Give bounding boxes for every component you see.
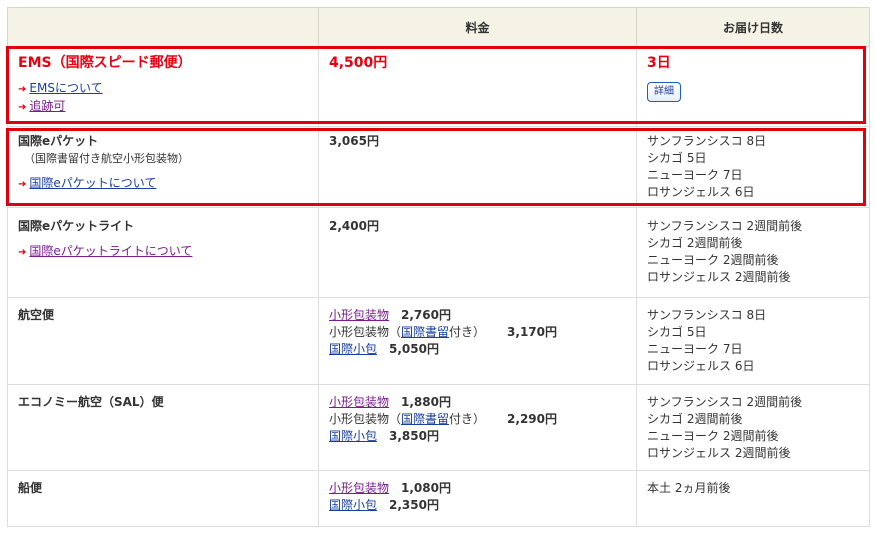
table-row-epacket: 国際eパケット （国際書留付き航空小形包装物） ➜ 国際eパケットについて 3,0… — [7, 126, 870, 208]
parcel-link[interactable]: 国際小包 — [329, 342, 377, 356]
days-line: シカゴ 5日 — [647, 151, 707, 165]
days-line: ロサンジェルス 2週間前後 — [647, 270, 791, 284]
price-amount: 2,350円 — [389, 498, 439, 512]
price-label: 小形包装物（ — [329, 325, 402, 339]
epacket-name: 国際eパケット — [18, 134, 99, 148]
price-label: 付き） — [449, 325, 486, 339]
ems-price-cell: 4,500円 — [318, 46, 637, 127]
epacket-about-link-row: ➜ 国際eパケットについて — [18, 175, 308, 193]
arrow-right-icon: ➜ — [18, 102, 27, 113]
parcel-link[interactable]: 国際小包 — [329, 429, 377, 443]
air-days-cell: サンフランシスコ 8日 シカゴ 5日 ニューヨーク 7日 ロサンジェルス 6日 — [636, 297, 870, 385]
small-packet-link[interactable]: 小形包装物 — [329, 395, 389, 409]
epacket-subtitle: （国際書留付き航空小形包装物） — [24, 152, 189, 165]
price-line: 小形包装物（国際書留付き） 2,290円 — [329, 411, 626, 428]
price-amount: 1,080円 — [401, 481, 451, 495]
registered-mail-link[interactable]: 国際書留 — [401, 412, 449, 426]
days-line: ニューヨーク 2週間前後 — [647, 429, 779, 443]
days-line: サンフランシスコ 2週間前後 — [647, 219, 803, 233]
ems-price: 4,500円 — [329, 55, 388, 71]
epacket-about-link[interactable]: 国際eパケットについて — [29, 176, 156, 190]
epacket-lite-about-link[interactable]: 国際eパケットライトについて — [29, 244, 192, 258]
epacket-lite-method-cell: 国際eパケットライト ➜ 国際eパケットライトについて — [7, 207, 319, 298]
price-amount: 3,850円 — [389, 429, 439, 443]
days-line: シカゴ 5日 — [647, 325, 707, 339]
days-line: サンフランシスコ 8日 — [647, 308, 767, 322]
shipping-table-wrap: 料金 お届け日数 EMS（国際スピード郵便） ➜ EMSについて ➜ 追跡可 4,5… — [7, 7, 870, 527]
small-packet-link[interactable]: 小形包装物 — [329, 308, 389, 322]
ems-detail-button[interactable]: 詳細 — [647, 82, 681, 102]
price-line: 国際小包 3,850円 — [329, 428, 626, 445]
days-line: サンフランシスコ 2週間前後 — [647, 395, 803, 409]
days-line: ロサンジェルス 6日 — [647, 359, 755, 373]
table-row-air: 航空便 小形包装物 2,760円 小形包装物（国際書留付き） 3,170円 国際小包… — [7, 297, 870, 385]
price-line: 小形包装物 1,880円 — [329, 394, 626, 411]
header-price: 料金 — [318, 7, 637, 47]
epacket-lite-name: 国際eパケットライト — [18, 219, 135, 233]
registered-mail-link[interactable]: 国際書留 — [401, 325, 449, 339]
days-line: シカゴ 2週間前後 — [647, 412, 743, 426]
ship-days-cell: 本土 2ヵ月前後 — [636, 470, 870, 527]
ems-tracking-link[interactable]: 追跡可 — [29, 99, 65, 113]
epacket-lite-price-cell: 2,400円 — [318, 207, 637, 298]
table-row-sal: エコノミー航空（SAL）便 小形包装物 1,880円 小形包装物（国際書留付き） 2… — [7, 384, 870, 471]
air-name: 航空便 — [18, 308, 55, 322]
days-line: 本土 2ヵ月前後 — [647, 481, 731, 495]
arrow-right-icon: ➜ — [18, 247, 27, 258]
sal-price-cell: 小形包装物 1,880円 小形包装物（国際書留付き） 2,290円 国際小包 3,85… — [318, 384, 637, 471]
price-amount: 5,050円 — [389, 342, 439, 356]
price-line: 小形包装物（国際書留付き） 3,170円 — [329, 324, 626, 341]
epacket-days-cell: サンフランシスコ 8日 シカゴ 5日 ニューヨーク 7日 ロサンジェルス 6日 — [636, 126, 870, 208]
table-row-epacket-lite: 国際eパケットライト ➜ 国際eパケットライトについて 2,400円 サンフランシ… — [7, 207, 870, 298]
days-line: シカゴ 2週間前後 — [647, 236, 743, 250]
table-header-row: 料金 お届け日数 — [7, 7, 870, 47]
sal-name: エコノミー航空（SAL）便 — [18, 395, 164, 409]
price-label: 小形包装物（ — [329, 412, 402, 426]
parcel-link[interactable]: 国際小包 — [329, 498, 377, 512]
arrow-right-icon: ➜ — [18, 179, 27, 190]
ship-name: 船便 — [18, 481, 43, 495]
days-line: ニューヨーク 2週間前後 — [647, 253, 779, 267]
ems-method-cell: EMS（国際スピード郵便） ➜ EMSについて ➜ 追跡可 — [7, 46, 319, 127]
days-line: ロサンジェルス 2週間前後 — [647, 446, 791, 460]
price-amount: 2,290円 — [507, 412, 558, 426]
small-packet-link[interactable]: 小形包装物 — [329, 481, 389, 495]
header-method — [7, 7, 319, 47]
epacket-price: 3,065円 — [329, 134, 379, 148]
price-line: 国際小包 2,350円 — [329, 497, 626, 514]
sal-method-cell: エコノミー航空（SAL）便 — [7, 384, 319, 471]
days-line: ニューヨーク 7日 — [647, 168, 743, 182]
price-line: 小形包装物 2,760円 — [329, 307, 626, 324]
epacket-lite-about-link-row: ➜ 国際eパケットライトについて — [18, 243, 308, 261]
table-row-ems: EMS（国際スピード郵便） ➜ EMSについて ➜ 追跡可 4,500円 3日 詳細 — [7, 46, 870, 127]
air-method-cell: 航空便 — [7, 297, 319, 385]
price-label: 付き） — [449, 412, 486, 426]
table-row-ship: 船便 小形包装物 1,080円 国際小包 2,350円 本土 2ヵ月前後 — [7, 470, 870, 527]
price-amount: 2,760円 — [401, 308, 451, 322]
ship-price-cell: 小形包装物 1,080円 国際小包 2,350円 — [318, 470, 637, 527]
price-amount: 3,170円 — [507, 325, 558, 339]
price-amount: 1,880円 — [401, 395, 451, 409]
days-line: ニューヨーク 7日 — [647, 342, 743, 356]
shipping-rates-table: 料金 お届け日数 EMS（国際スピード郵便） ➜ EMSについて ➜ 追跡可 4,5… — [7, 7, 870, 527]
days-line: ロサンジェルス 6日 — [647, 185, 755, 199]
ems-tracking-link-row: ➜ 追跡可 — [18, 98, 308, 116]
ems-days-cell: 3日 詳細 — [636, 46, 870, 127]
ems-days: 3日 — [647, 55, 671, 71]
ship-method-cell: 船便 — [7, 470, 319, 527]
epacket-price-cell: 3,065円 — [318, 126, 637, 208]
air-price-cell: 小形包装物 2,760円 小形包装物（国際書留付き） 3,170円 国際小包 5,05… — [318, 297, 637, 385]
ems-name: EMS（国際スピード郵便） — [18, 55, 192, 71]
ems-about-link[interactable]: EMSについて — [29, 81, 102, 95]
price-line: 国際小包 5,050円 — [329, 341, 626, 358]
sal-days-cell: サンフランシスコ 2週間前後 シカゴ 2週間前後 ニューヨーク 2週間前後 ロサ… — [636, 384, 870, 471]
price-line: 小形包装物 1,080円 — [329, 480, 626, 497]
header-delivery-days: お届け日数 — [636, 7, 870, 47]
ems-about-link-row: ➜ EMSについて — [18, 80, 308, 98]
epacket-lite-days-cell: サンフランシスコ 2週間前後 シカゴ 2週間前後 ニューヨーク 2週間前後 ロサ… — [636, 207, 870, 298]
epacket-lite-price: 2,400円 — [329, 219, 379, 233]
days-line: サンフランシスコ 8日 — [647, 134, 767, 148]
arrow-right-icon: ➜ — [18, 84, 27, 95]
epacket-method-cell: 国際eパケット （国際書留付き航空小形包装物） ➜ 国際eパケットについて — [7, 126, 319, 208]
